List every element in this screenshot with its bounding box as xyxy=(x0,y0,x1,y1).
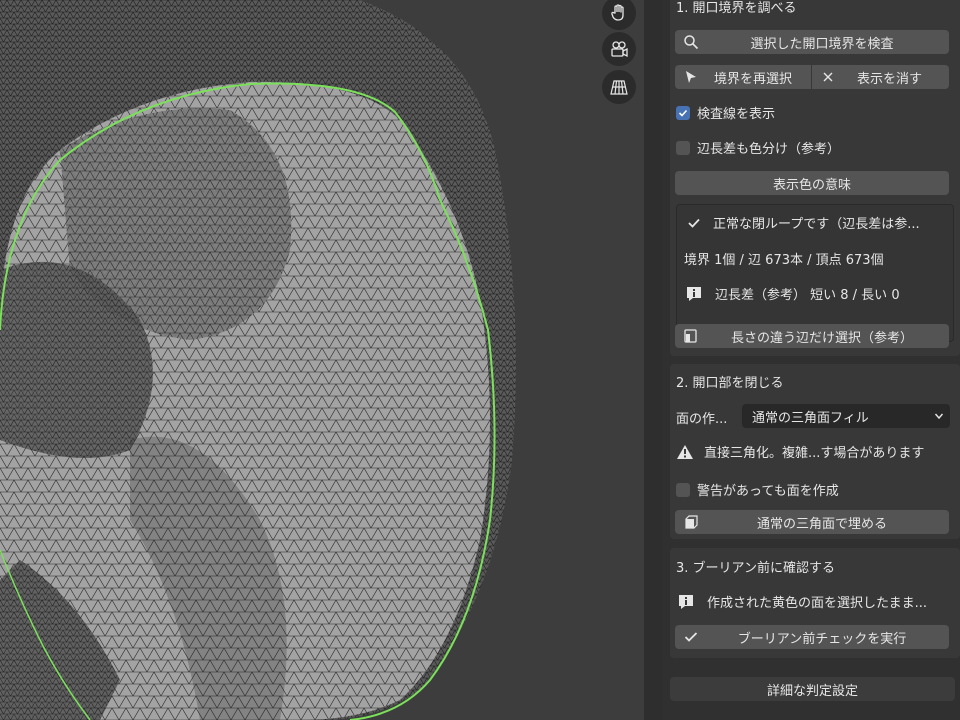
fill-method-label: 面の作... xyxy=(676,412,728,427)
force-create-checkbox[interactable]: 警告があっても面を作成 xyxy=(676,480,839,499)
chevron-down-icon xyxy=(934,413,944,420)
stats-line: 境界 1個 / 辺 673本 / 頂点 673個 xyxy=(684,253,884,268)
reselect-boundary-button[interactable]: 境界を再選択 xyxy=(675,65,811,89)
section2-title: 2. 開口部を閉じる xyxy=(676,376,784,391)
checkmark-icon xyxy=(678,109,688,117)
edge-select-icon xyxy=(684,329,697,343)
inspect-boundary-button[interactable]: 選択した開口境界を検査 xyxy=(675,30,949,54)
camera-gizmo-button[interactable] xyxy=(602,32,636,66)
inspection-result-box: 正常な閉ループです（辺長差は参... 境界 1個 / 辺 673本 / 頂点 6… xyxy=(676,204,954,342)
sidebar-panel: 1. 開口境界を調べる 選択した開口境界を検査 境界を再選択 表示を消す 検査線… xyxy=(662,0,960,720)
grid-icon xyxy=(610,80,628,95)
color-by-length-checkbox[interactable]: 辺長差も色分け（参考） xyxy=(676,138,840,157)
status-line: 正常な閉ループです（辺長差は参... xyxy=(687,213,920,232)
show-lines-checkbox[interactable]: 検査線を表示 xyxy=(676,103,775,122)
section3-title: 3. ブーリアン前に確認する xyxy=(676,561,836,576)
clear-display-button[interactable]: 表示を消す xyxy=(812,65,949,89)
color-meaning-button[interactable]: 表示色の意味 xyxy=(675,171,949,195)
hand-icon xyxy=(611,4,624,21)
close-icon xyxy=(823,72,833,82)
3d-viewport[interactable] xyxy=(0,0,596,720)
checkbox-unchecked[interactable] xyxy=(676,140,690,155)
info-icon xyxy=(679,594,693,609)
checkbox-checked[interactable] xyxy=(676,105,690,120)
section-inspect-boundary: 1. 開口境界を調べる 選択した開口境界を検査 境界を再選択 表示を消す 検査線… xyxy=(670,0,960,356)
select-different-edges-button[interactable]: 長さの違う辺だけ選択（参考） xyxy=(675,324,949,348)
warning-icon xyxy=(677,444,693,459)
section-pre-boolean-check: 3. ブーリアン前に確認する 作成された黄色の面を選択したまま... ブーリアン… xyxy=(670,548,960,658)
search-icon xyxy=(684,35,699,50)
triangle-fill-button[interactable]: 通常の三角面で埋める xyxy=(675,510,949,534)
camera-icon xyxy=(611,41,628,58)
pan-gizmo-button[interactable] xyxy=(602,0,636,30)
grid-gizmo-button[interactable] xyxy=(602,70,636,104)
checkbox-unchecked[interactable] xyxy=(676,482,690,497)
triangulation-warning: 直接三角化。複雑...す場合があります xyxy=(676,442,924,461)
checkmark-icon xyxy=(688,218,700,228)
fill-method-select[interactable]: 通常の三角面フィル xyxy=(742,404,950,428)
length-diff-line: 辺長差（参考） 短い 8 / 長い 0 xyxy=(685,284,900,303)
region-divider[interactable] xyxy=(644,0,662,720)
section-close-opening: 2. 開口部を閉じる 面の作... 通常の三角面フィル 直接三角化。複雑...す… xyxy=(670,364,960,539)
section1-title: 1. 開口境界を調べる xyxy=(676,1,797,16)
checkmark-icon xyxy=(684,632,698,642)
boolean-info-line: 作成された黄色の面を選択したまま... xyxy=(677,592,927,611)
cursor-icon xyxy=(686,71,696,83)
mesh-render xyxy=(0,0,516,720)
advanced-settings-button[interactable]: 詳細な判定設定 xyxy=(670,677,955,701)
face-fill-icon xyxy=(685,515,698,529)
run-boolean-check-button[interactable]: ブーリアン前チェックを実行 xyxy=(675,625,949,649)
info-icon xyxy=(687,286,701,301)
